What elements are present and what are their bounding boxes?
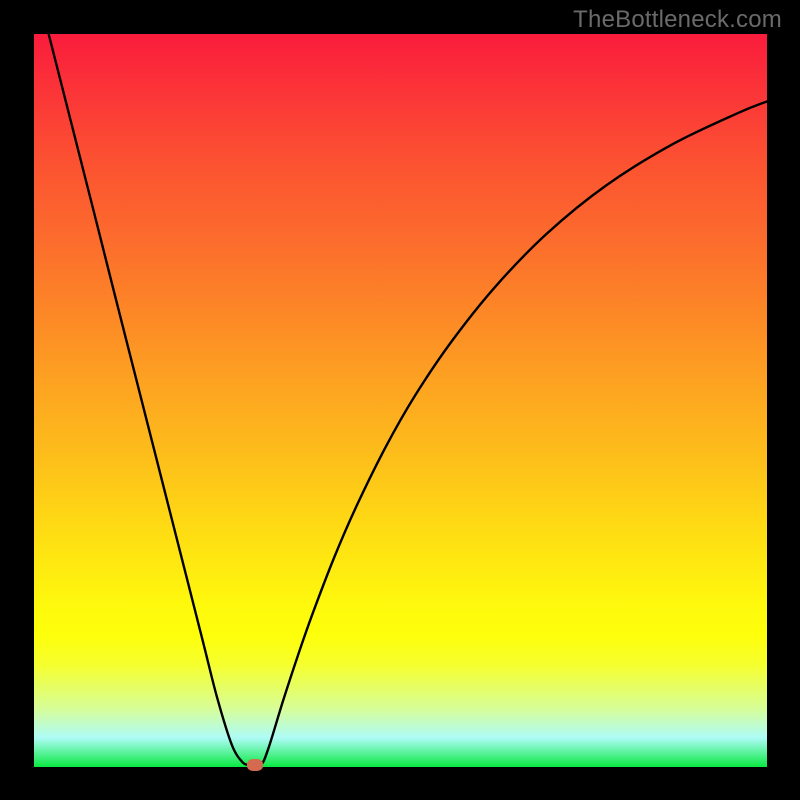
plot-area	[34, 34, 767, 767]
chart-stage: TheBottleneck.com	[0, 0, 800, 800]
bottleneck-curve-path	[49, 34, 767, 766]
watermark-text: TheBottleneck.com	[573, 6, 782, 34]
minimum-marker	[247, 759, 263, 771]
curve-svg	[34, 34, 767, 767]
